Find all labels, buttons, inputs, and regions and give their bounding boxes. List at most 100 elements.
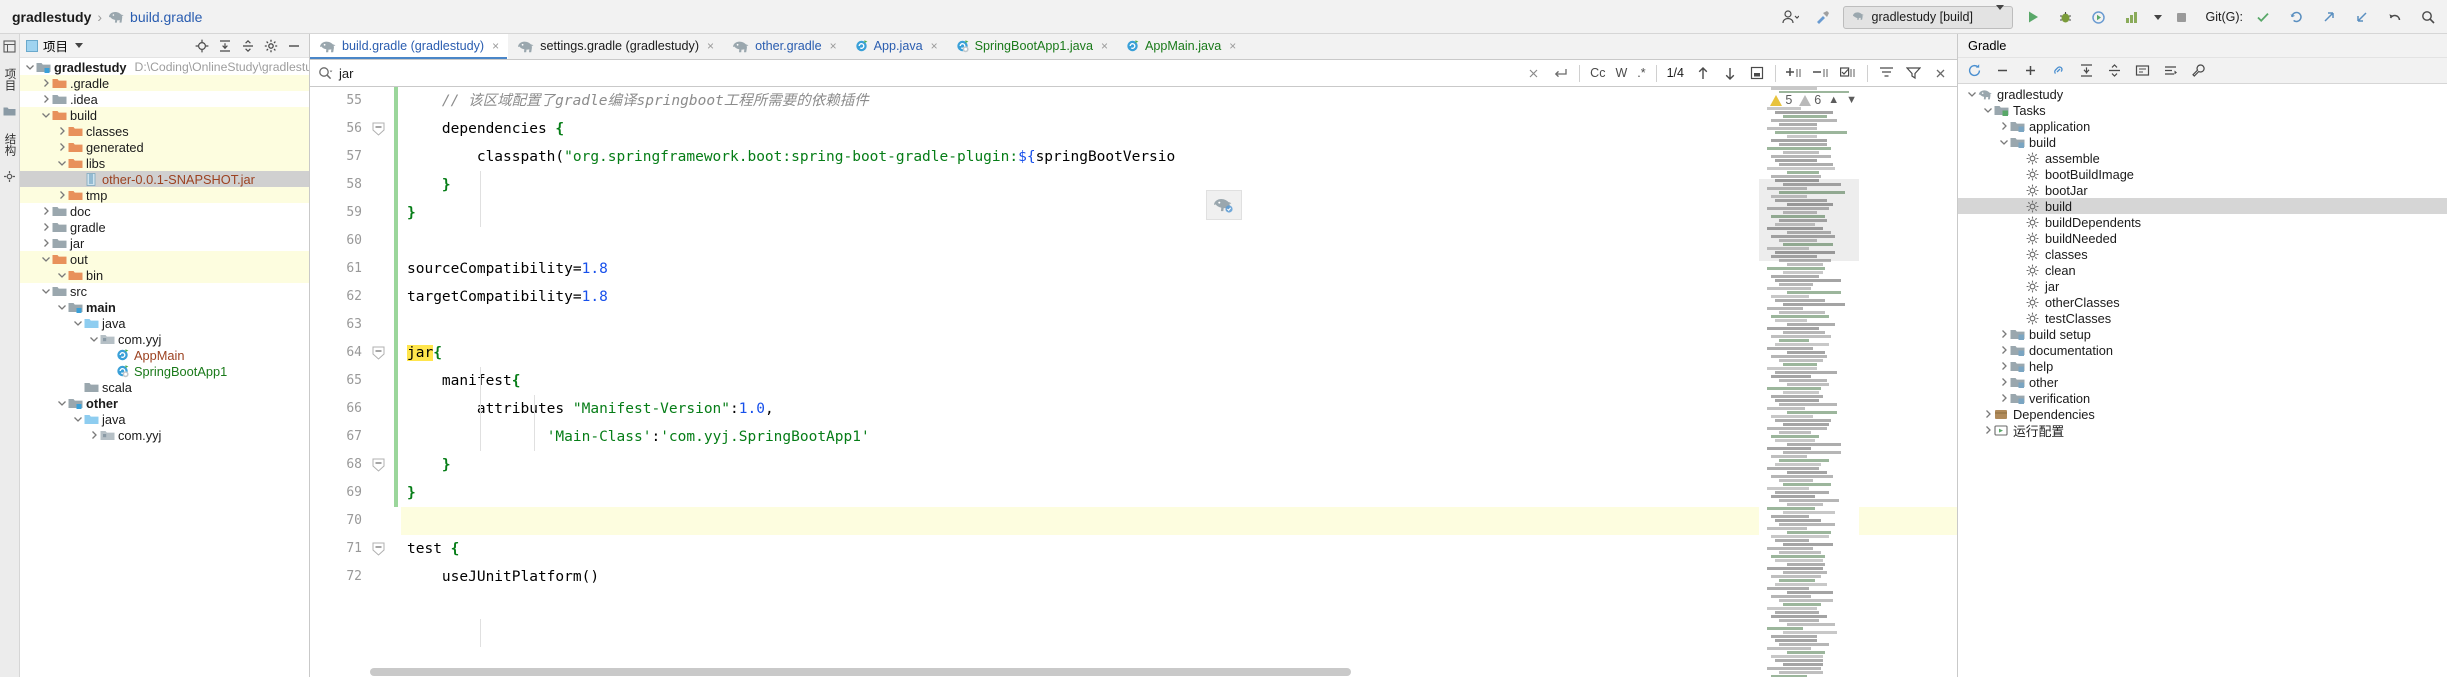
chevron-down-icon[interactable] xyxy=(40,286,52,296)
gradle-tree-node[interactable]: 运行配置 xyxy=(1958,422,2447,439)
check-lines-icon[interactable] xyxy=(1840,65,1857,82)
project-tree-node[interactable]: java xyxy=(20,315,309,331)
code-line[interactable]: jar{ xyxy=(401,339,1957,367)
editor-tab[interactable]: SpringBootApp1.java × xyxy=(947,33,1117,59)
project-tree-node[interactable]: other-0.0.1-SNAPSHOT.jar xyxy=(20,171,309,187)
chevron-right-icon[interactable] xyxy=(40,222,52,232)
editor-tab-strip[interactable]: build.gradle (gradlestudy) × settings.grad… xyxy=(310,33,1957,60)
collapse-all-icon[interactable] xyxy=(2107,63,2122,78)
chevron-down-icon[interactable] xyxy=(56,398,68,408)
code-lines[interactable]: // 该区域配置了gradle编译springboot工程所需要的依赖插件 de… xyxy=(401,87,1957,677)
gradle-tree-node[interactable]: build xyxy=(1958,198,2447,214)
horizontal-scrollbar[interactable] xyxy=(370,668,1857,677)
project-tree-node[interactable]: classes xyxy=(20,123,309,139)
code-line[interactable]: useJUnitPlatform() xyxy=(401,563,1957,591)
regex-toggle[interactable]: .* xyxy=(1637,66,1645,80)
gradle-tree-node[interactable]: jar xyxy=(1958,278,2447,294)
chevron-down-icon[interactable] xyxy=(56,270,68,280)
project-tree-node[interactable]: com.yyj xyxy=(20,427,309,443)
editor-tab[interactable]: AppMain.java × xyxy=(1117,33,1245,59)
code-line[interactable]: } xyxy=(401,171,1957,199)
gradle-tree-node[interactable]: build setup xyxy=(1958,326,2447,342)
refresh-icon[interactable] xyxy=(1967,63,1982,78)
close-tab-icon[interactable]: × xyxy=(1229,39,1236,53)
filter-icon[interactable] xyxy=(1905,65,1922,82)
chevron-down-icon[interactable] xyxy=(72,318,84,328)
gradle-task-tree[interactable]: gradlestudy Tasks application build assemble… xyxy=(1958,84,2447,677)
close-tab-icon[interactable]: × xyxy=(931,39,938,53)
gradle-tree-node[interactable]: verification xyxy=(1958,390,2447,406)
project-tree-node[interactable]: com.yyj xyxy=(20,331,309,347)
run-configuration-selector[interactable]: gradlestudy [build] xyxy=(1842,5,2013,29)
code-line[interactable]: classpath("org.springframework.boot:spri… xyxy=(401,143,1957,171)
fold-collapse-icon[interactable] xyxy=(372,346,385,363)
code-line[interactable]: } xyxy=(401,451,1957,479)
chevron-right-icon[interactable] xyxy=(56,190,68,200)
chevron-right-icon[interactable] xyxy=(1998,329,2010,339)
filter-lines-icon[interactable] xyxy=(1878,65,1895,82)
chevron-right-icon[interactable] xyxy=(40,206,52,216)
close-tab-icon[interactable]: × xyxy=(707,39,714,53)
chevron-down-icon[interactable] xyxy=(1982,105,1994,115)
debug-button[interactable] xyxy=(2053,5,2079,29)
code-line[interactable]: } xyxy=(401,199,1957,227)
vcs-commit-check-icon[interactable] xyxy=(2250,5,2276,29)
gradle-tree-node[interactable]: otherClasses xyxy=(1958,294,2447,310)
chevron-right-icon[interactable] xyxy=(40,238,52,248)
code-line[interactable]: 'Main-Class':'com.yyj.SpringBootApp1' xyxy=(401,423,1957,451)
stripe-label-project[interactable]: 项目 xyxy=(2,68,18,91)
build-tools-icon[interactable] xyxy=(2191,63,2206,78)
project-tree-node[interactable]: scala xyxy=(20,379,309,395)
chevron-down-icon[interactable] xyxy=(24,62,36,72)
close-tab-icon[interactable]: × xyxy=(492,39,499,53)
gradle-tree-node[interactable]: bootBuildImage xyxy=(1958,166,2447,182)
inspection-prev-icon[interactable]: ▲ xyxy=(1828,94,1839,106)
chevron-right-icon[interactable] xyxy=(1982,425,1994,435)
chevron-right-icon[interactable] xyxy=(1998,121,2010,131)
project-tool-icon[interactable] xyxy=(2,40,17,54)
code-line[interactable]: sourceCompatibility=1.8 xyxy=(401,255,1957,283)
hide-panel-icon[interactable] xyxy=(287,39,301,53)
chevron-down-icon[interactable] xyxy=(75,43,84,48)
match-words-toggle[interactable]: W xyxy=(1615,66,1627,80)
warning-count[interactable]: 5 xyxy=(1770,93,1792,107)
project-tree-node[interactable]: generated xyxy=(20,139,309,155)
hammer-icon[interactable] xyxy=(1810,5,1836,29)
remove-line-icon[interactable] xyxy=(1813,65,1830,82)
locate-icon[interactable] xyxy=(195,39,209,53)
editor-tab[interactable]: App.java × xyxy=(846,33,947,59)
project-tree-node[interactable]: SpringBootApp1 xyxy=(20,363,309,379)
scrollbar-thumb[interactable] xyxy=(370,668,1352,676)
chevron-down-icon[interactable] xyxy=(40,254,52,264)
chevron-down-icon[interactable] xyxy=(56,302,68,312)
gradle-tree-node[interactable]: help xyxy=(1958,358,2447,374)
minus-icon[interactable] xyxy=(1995,63,2010,78)
project-tree-node[interactable]: bin xyxy=(20,267,309,283)
chevron-right-icon[interactable] xyxy=(40,78,52,88)
project-tree-node[interactable]: libs xyxy=(20,155,309,171)
chevron-right-icon[interactable] xyxy=(1998,393,2010,403)
fold-collapse-icon[interactable] xyxy=(372,542,385,559)
code-line[interactable] xyxy=(401,311,1957,339)
vcs-push-icon[interactable] xyxy=(2316,5,2342,29)
chevron-right-icon[interactable] xyxy=(1998,345,2010,355)
project-tree-node[interactable]: tmp xyxy=(20,187,309,203)
gradle-tree-node[interactable]: build xyxy=(1958,134,2447,150)
chevron-right-icon[interactable] xyxy=(56,126,68,136)
project-panel-title[interactable]: 项目 xyxy=(26,36,84,55)
chevron-right-icon[interactable] xyxy=(1982,409,1994,419)
search-icon[interactable] xyxy=(318,66,333,81)
gradle-tree-node[interactable]: Tasks xyxy=(1958,102,2447,118)
profiler-chevron-down-icon[interactable] xyxy=(2153,14,2162,20)
code-line[interactable] xyxy=(401,507,1957,535)
gradle-tree-node[interactable]: bootJar xyxy=(1958,182,2447,198)
project-tree-node[interactable]: main xyxy=(20,299,309,315)
gradle-tree-node[interactable]: application xyxy=(1958,118,2447,134)
code-line[interactable]: // 该区域配置了gradle编译springboot工程所需要的依赖插件 xyxy=(401,87,1957,115)
gradle-tree-node[interactable]: assemble xyxy=(1958,150,2447,166)
code-line[interactable]: attributes "Manifest-Version":1.0, xyxy=(401,395,1957,423)
chevron-right-icon[interactable] xyxy=(1998,377,2010,387)
editor-tab[interactable]: settings.gradle (gradlestudy) × xyxy=(508,33,723,59)
chevron-right-icon[interactable] xyxy=(56,142,68,152)
code-editor[interactable]: 55 56 57 58 59 60 61 62 63 64 65 66 67 68 69 70 71 72 // … xyxy=(310,87,1957,677)
